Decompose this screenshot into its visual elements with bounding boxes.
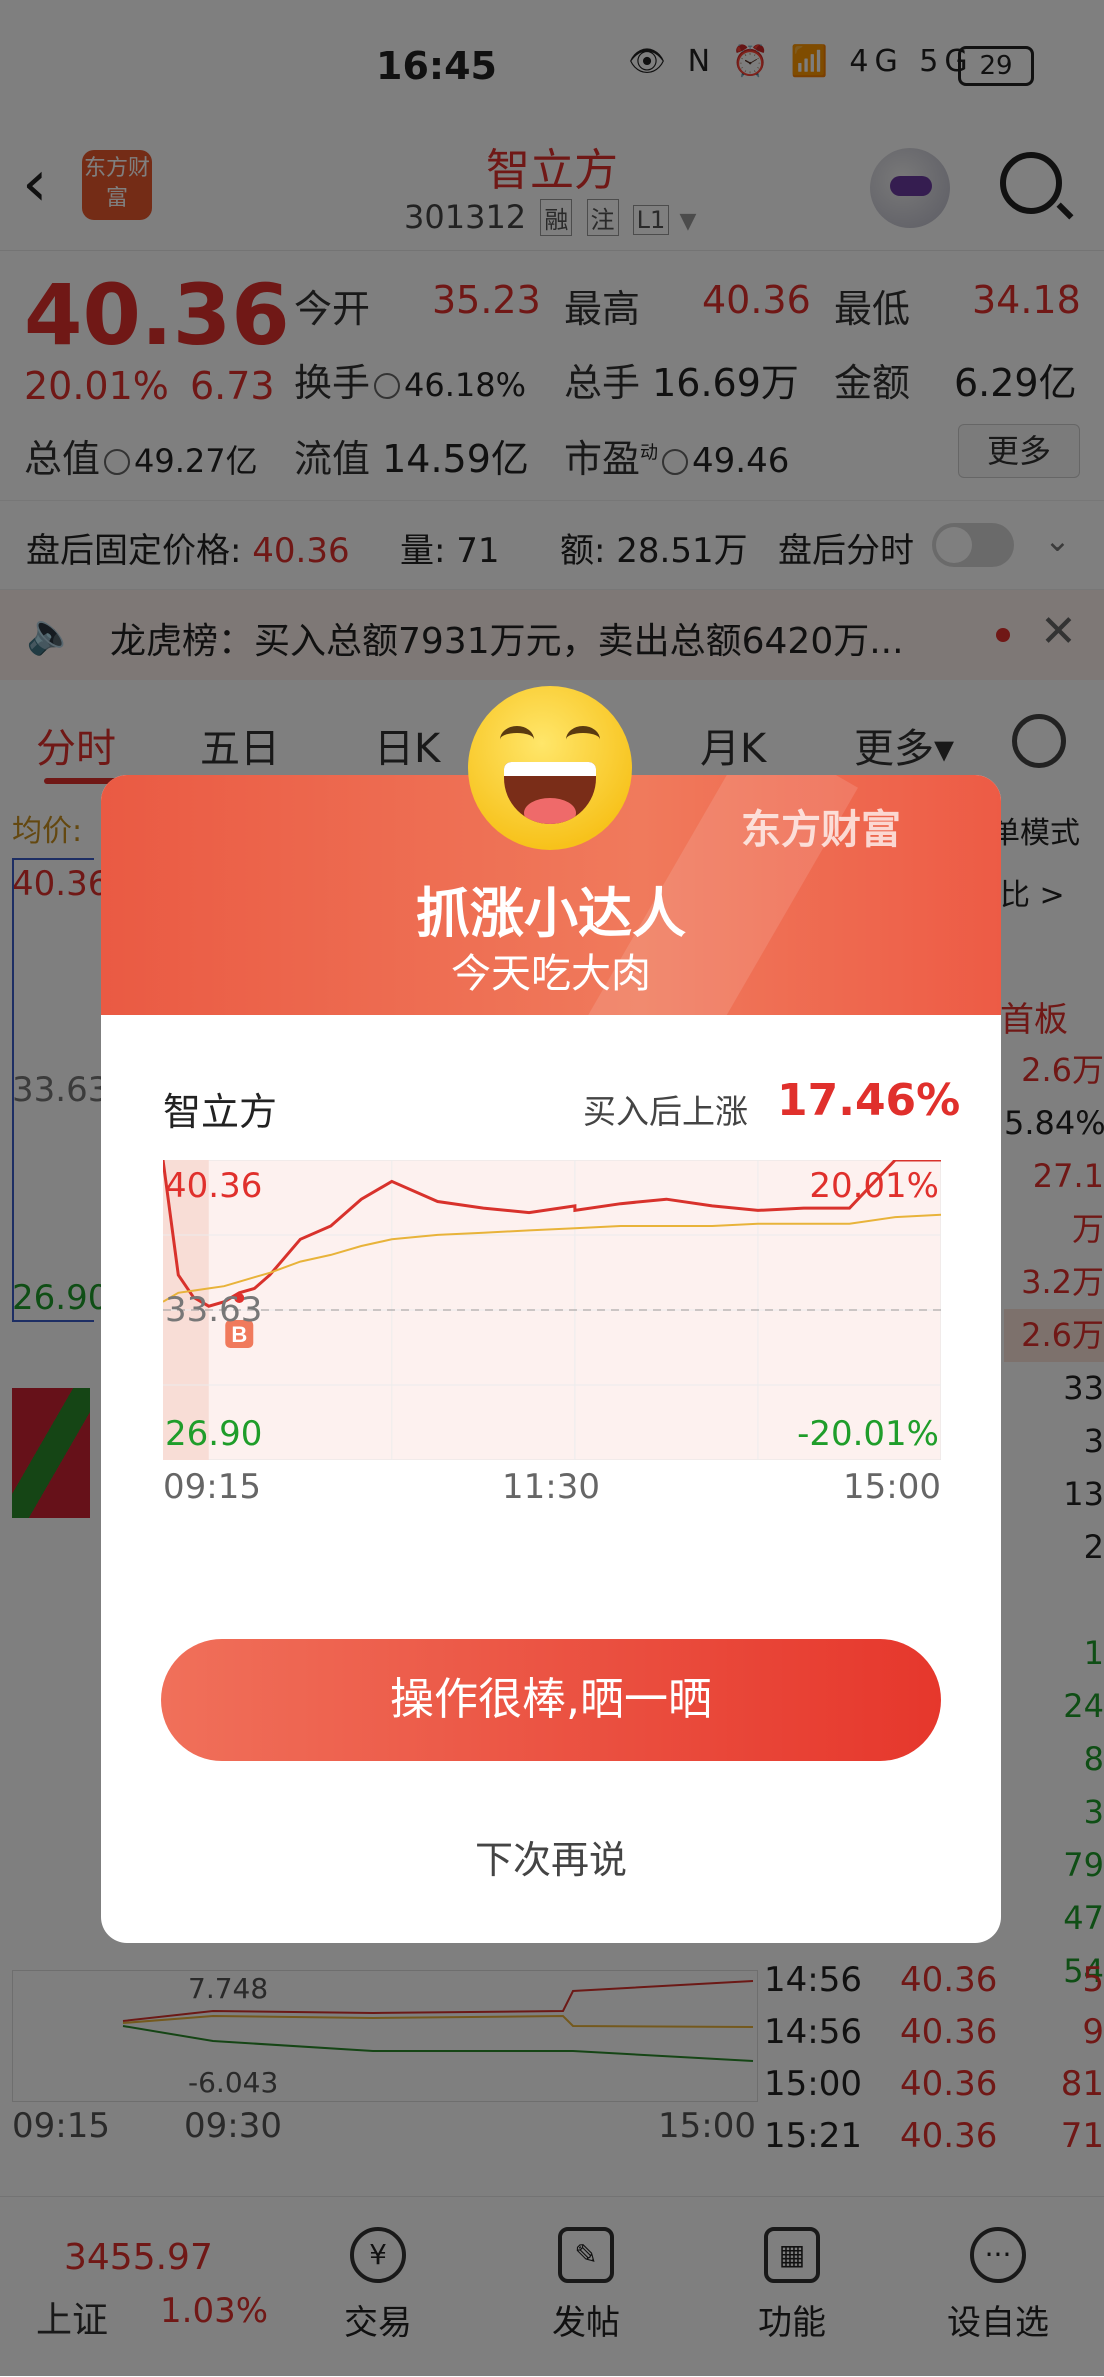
modal-brand-logo: 东方财富	[741, 807, 901, 853]
chart-y-low: 26.90	[165, 1414, 263, 1454]
dismiss-button[interactable]: 下次再说	[101, 1829, 1001, 1884]
chart-time-end: 15:00	[843, 1467, 941, 1507]
modal-intraday-chart: B 40.36 33.63 26.90 20.01% -20.01%	[161, 1158, 942, 1461]
chart-y-high: 40.36	[165, 1166, 263, 1206]
chart-pct-low: -20.01%	[797, 1414, 939, 1454]
chart-y-mid: 33.63	[165, 1290, 263, 1330]
gain-label: 买入后上涨	[583, 1092, 748, 1131]
achievement-modal: 东方财富 抓涨小达人 今天吃大肉 智立方 买入后上涨 17.46% B 40.3…	[101, 775, 1001, 1943]
gain-value: 17.46%	[777, 1075, 961, 1126]
modal-title: 抓涨小达人	[416, 882, 686, 945]
chart-pct-high: 20.01%	[809, 1166, 939, 1206]
modal-stock-name: 智立方	[163, 1090, 278, 1134]
laughing-emoji-icon	[468, 686, 632, 850]
modal-subtitle: 今天吃大肉	[451, 951, 651, 997]
share-button[interactable]: 操作很棒,晒一晒	[161, 1639, 941, 1761]
